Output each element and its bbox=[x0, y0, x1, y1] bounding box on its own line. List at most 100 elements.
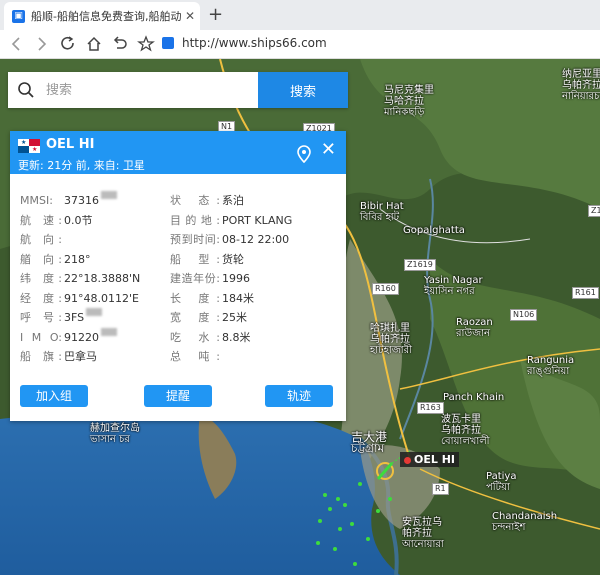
place-label: 哈琪扎里 乌帕齐拉 হাটহাজারী bbox=[370, 323, 412, 356]
place-label: 吉大港 চট্টগ্রাম bbox=[351, 430, 388, 455]
field-label: 船 旗: bbox=[20, 350, 62, 363]
field-value: 系泊 bbox=[222, 194, 244, 207]
place-label: Chandanaish চন্দনাইশ bbox=[492, 511, 558, 533]
bookmark-star-icon[interactable] bbox=[136, 34, 156, 54]
field-value: 25米 bbox=[222, 311, 247, 324]
reload-icon[interactable] bbox=[58, 34, 78, 54]
ship-action-buttons: 加入组 提醒 轨迹 bbox=[10, 385, 346, 407]
field-label: I M O: bbox=[20, 330, 62, 344]
ship-update-text: 更新: 21分 前, 来自: 卫星 bbox=[18, 159, 145, 172]
place-label: 马尼克集里 马哈齐拉 মানিকছড়ি bbox=[384, 85, 434, 118]
field-row: I M O: 91220 吃 水: 8.8米 bbox=[20, 327, 340, 348]
address-url: http://www.ships66.com bbox=[182, 36, 327, 50]
ship-name: OEL HI bbox=[46, 137, 95, 152]
field-label: 目的地: bbox=[170, 213, 220, 227]
field-label: 建造年份: bbox=[170, 272, 220, 285]
forward-icon[interactable] bbox=[32, 34, 52, 54]
field-row: 船 旗: 巴拿马 总 吨: bbox=[20, 347, 340, 367]
road-tag: R163 bbox=[417, 402, 444, 414]
new-tab-icon[interactable]: + bbox=[208, 4, 223, 25]
field-value: PORT KLANG bbox=[222, 213, 293, 227]
site-favicon-icon: ▣ bbox=[12, 9, 25, 23]
road-tag: R161 bbox=[572, 287, 599, 299]
field-row: 航 向: 预到时间: 08-12 22:00 bbox=[20, 230, 340, 250]
road-tag: Z1619 bbox=[404, 259, 436, 271]
field-value: 货轮 bbox=[222, 252, 244, 266]
place-label: 纳尼亚里乌帕齐拉নানিয়ারচর bbox=[562, 69, 600, 102]
address-bar[interactable]: http://www.ships66.com bbox=[162, 36, 327, 50]
place-label: 安瓦拉乌 帕齐拉 আনোয়ারা bbox=[402, 517, 444, 550]
field-value: 37316 bbox=[64, 194, 99, 207]
tab-close-icon[interactable]: ✕ bbox=[185, 9, 195, 23]
field-label: 航 向: bbox=[20, 233, 62, 246]
browser-toolbar: http://www.ships66.com bbox=[0, 30, 600, 59]
road-tag: R160 bbox=[372, 283, 399, 295]
field-label: 纬 度: bbox=[20, 272, 62, 285]
field-value: 91°48.0112'E bbox=[64, 291, 139, 305]
field-value: 08-12 22:00 bbox=[222, 233, 290, 246]
search-input[interactable] bbox=[44, 72, 258, 108]
field-row: MMSI: 37316 状 态: 系泊 bbox=[20, 191, 340, 211]
field-value: 0.0节 bbox=[64, 213, 93, 227]
location-pin-icon[interactable] bbox=[296, 145, 312, 163]
field-label: 经 度: bbox=[20, 291, 62, 305]
place-label: 波瓦卡里 乌帕齐拉 বোয়ালখালী bbox=[441, 414, 490, 447]
close-icon[interactable]: ✕ bbox=[321, 141, 336, 159]
back-icon[interactable] bbox=[6, 34, 26, 54]
search-bar: 搜索 bbox=[8, 72, 348, 108]
field-label: 长 度: bbox=[170, 291, 220, 305]
remind-button[interactable]: 提醒 bbox=[144, 385, 212, 407]
field-row: 艏 向: 218° 船 型: 货轮 bbox=[20, 250, 340, 270]
field-value: 218° bbox=[64, 252, 91, 266]
field-value: 8.8米 bbox=[222, 330, 251, 344]
field-label: 船 型: bbox=[170, 252, 220, 266]
track-button[interactable]: 轨迹 bbox=[265, 385, 333, 407]
road-tag: R1 bbox=[432, 483, 449, 495]
field-value: 184米 bbox=[222, 291, 254, 305]
field-label: 宽 度: bbox=[170, 311, 220, 324]
field-label: 预到时间: bbox=[170, 233, 220, 246]
field-value: 1996 bbox=[222, 272, 250, 285]
home-icon[interactable] bbox=[84, 34, 104, 54]
field-row: 呼 号: 3FS 宽 度: 25米 bbox=[20, 308, 340, 328]
ship-panel-header: ★ ★ OEL HI 更新: 21分 前, 来自: 卫星 ✕ bbox=[10, 131, 346, 174]
ship-fields: MMSI: 37316 状 态: 系泊 航 速: 0.0节 目的地: PORT KLAN… bbox=[20, 191, 340, 367]
tab-title: 船顺-船舶信息免费查询,船舶动态 bbox=[31, 10, 181, 23]
place-label: Patiya পটিয়া bbox=[486, 471, 517, 493]
field-value: 22°18.3888'N bbox=[64, 272, 141, 285]
field-value: 巴拿马 bbox=[64, 350, 97, 363]
field-value: 91220 bbox=[64, 330, 99, 344]
field-label: 吃 水: bbox=[170, 330, 220, 344]
browser-tab-bar: ▣ 船顺-船舶信息免费查询,船舶动态 ✕ + bbox=[0, 0, 600, 30]
field-row: 经 度: 91°48.0112'E 长 度: 184米 bbox=[20, 289, 340, 309]
search-icon bbox=[8, 72, 44, 108]
field-label: 呼 号: bbox=[20, 311, 62, 324]
field-label: 状 态: bbox=[170, 194, 220, 207]
search-button[interactable]: 搜索 bbox=[258, 72, 348, 108]
browser-tab[interactable]: ▣ 船顺-船舶信息免费查询,船舶动态 ✕ bbox=[4, 2, 200, 30]
site-favicon-icon bbox=[162, 37, 174, 49]
field-label: 航 速: bbox=[20, 213, 62, 227]
road-tag: Z10 bbox=[588, 205, 600, 217]
place-label: Bibir Hat বিবির হাট bbox=[360, 201, 404, 223]
redacted-mark bbox=[86, 308, 103, 316]
field-row: 航 速: 0.0节 目的地: PORT KLANG bbox=[20, 211, 340, 231]
place-label: Gopalghatta bbox=[403, 225, 465, 236]
undo-icon[interactable] bbox=[110, 34, 130, 54]
redacted-mark bbox=[101, 191, 117, 199]
ship-info-panel: ★ ★ OEL HI 更新: 21分 前, 来自: 卫星 ✕ MMSI: 37316… bbox=[10, 131, 346, 421]
field-value: 3FS bbox=[64, 311, 85, 324]
place-label: Raozan রাউজান bbox=[456, 317, 493, 339]
place-label: Rangunia রাঙ্গুনিয়া bbox=[527, 355, 575, 377]
add-group-button[interactable]: 加入组 bbox=[20, 385, 88, 407]
place-label: Panch Khain bbox=[443, 392, 505, 403]
field-label: MMSI: bbox=[20, 194, 53, 207]
field-row: 纬 度: 22°18.3888'N 建造年份: 1996 bbox=[20, 269, 340, 289]
redacted-mark bbox=[101, 327, 117, 336]
place-label: 赫加查尔岛 ভাসান চর bbox=[90, 423, 140, 445]
field-label: 总 吨: bbox=[170, 350, 220, 363]
field-label: 艏 向: bbox=[20, 252, 62, 266]
road-tag: N106 bbox=[510, 309, 538, 321]
ship-status-dot-icon bbox=[404, 456, 411, 464]
ship-map-label[interactable]: OEL HI bbox=[400, 452, 460, 467]
